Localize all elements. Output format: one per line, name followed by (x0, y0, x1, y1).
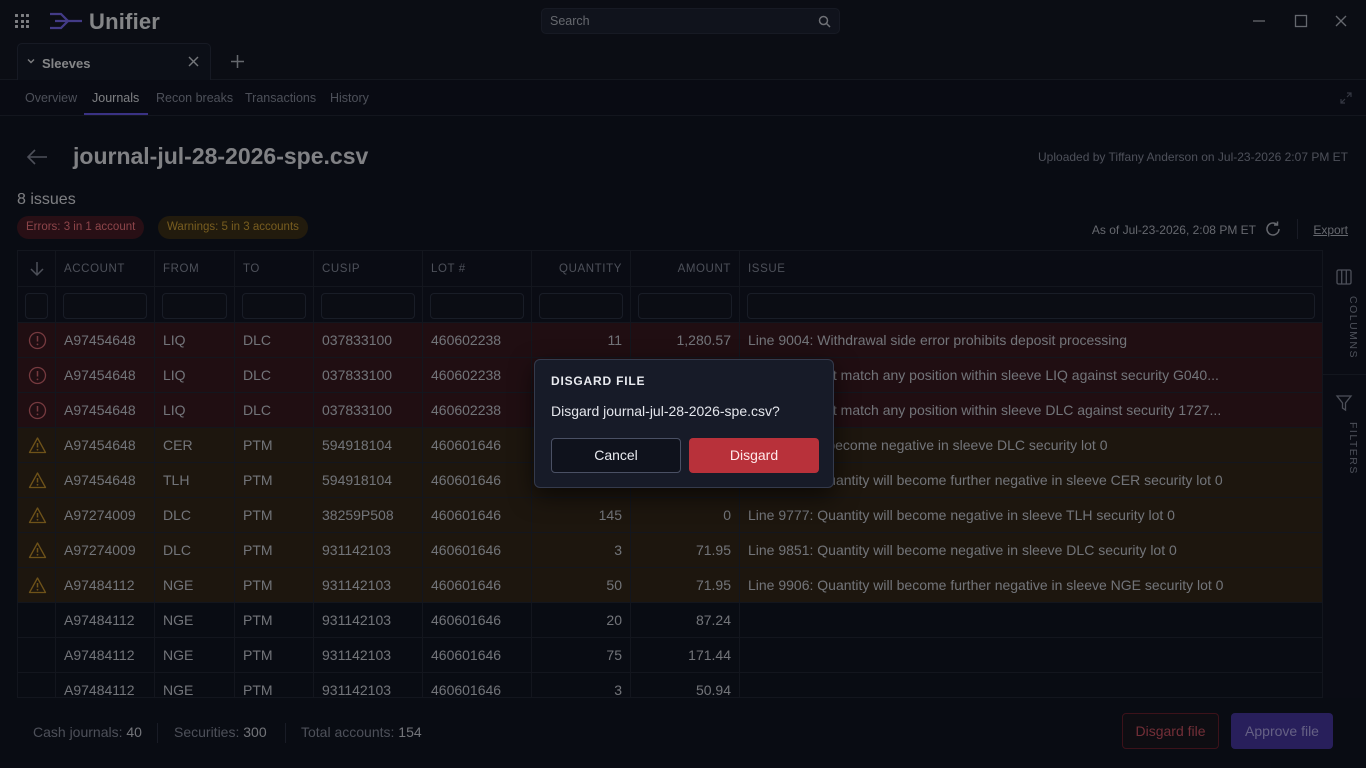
cancel-button[interactable]: Cancel (551, 438, 681, 473)
discard-file-dialog: DISGARD FILE Disgard journal-jul-28-2026… (534, 359, 834, 488)
dialog-message: Disgard journal-jul-28-2026-spe.csv? (551, 403, 780, 419)
confirm-discard-button[interactable]: Disgard (689, 438, 819, 473)
dialog-title: DISGARD FILE (551, 374, 646, 388)
